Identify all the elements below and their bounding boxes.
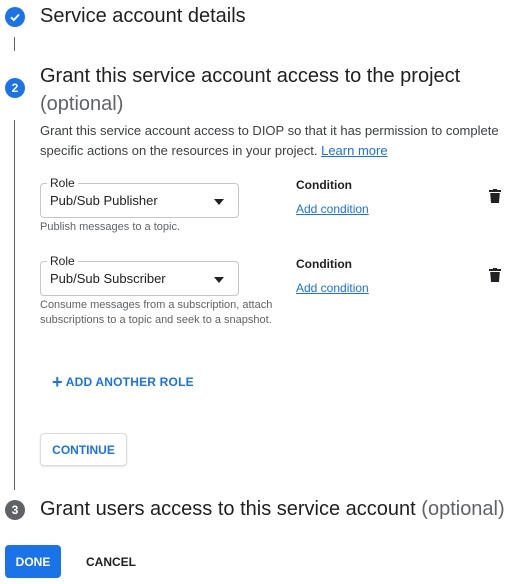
continue-button[interactable]: CONTINUE [40, 433, 127, 466]
delete-role-2-trash-icon[interactable] [489, 268, 501, 282]
description-text: Grant this service account access to DIO… [40, 123, 499, 158]
cancel-button[interactable]: CANCEL [75, 545, 147, 578]
step-2-optional-label: (optional) [40, 93, 124, 115]
learn-more-link[interactable]: Learn more [321, 143, 387, 158]
step-2-title: Grant this service account access to the… [40, 62, 510, 118]
role-hint-1: Publish messages to a topic. [40, 221, 181, 233]
step-2-number: 2 [5, 78, 25, 98]
role-hint-2: Consume messages from a subscription, at… [40, 299, 273, 326]
step-complete-check-icon [5, 7, 25, 27]
role-value: Pub/Sub Subscriber [50, 271, 166, 286]
step-3-title[interactable]: Grant users access to this service accou… [40, 498, 505, 521]
step-2-title-text: Grant this service account access to the… [40, 65, 461, 87]
delete-role-1-trash-icon[interactable] [489, 189, 501, 203]
role-select-1[interactable]: Role Pub/Sub Publisher [40, 176, 239, 218]
add-condition-link-1[interactable]: Add condition [296, 202, 369, 216]
role-value: Pub/Sub Publisher [50, 193, 158, 208]
dropdown-arrow-icon [214, 199, 224, 205]
add-role-label: ADD ANOTHER ROLE [65, 375, 194, 389]
plus-icon: + [52, 372, 63, 392]
role-field-label: Role [47, 176, 78, 190]
condition-title-1: Condition [296, 178, 352, 192]
step-3-optional-label: (optional) [421, 498, 505, 520]
step-1-title[interactable]: Service account details [40, 5, 246, 28]
add-another-role-button[interactable]: + ADD ANOTHER ROLE [52, 372, 194, 392]
condition-title-2: Condition [296, 257, 352, 271]
step-connector [14, 120, 15, 490]
step-2-description: Grant this service account access to DIO… [40, 121, 510, 161]
step-3-number: 3 [5, 500, 25, 520]
role-field-label: Role [47, 254, 78, 268]
step-3-title-text: Grant users access to this service accou… [40, 498, 416, 520]
dropdown-arrow-icon [214, 277, 224, 283]
add-condition-link-2[interactable]: Add condition [296, 281, 369, 295]
role-select-2[interactable]: Role Pub/Sub Subscriber [40, 254, 239, 296]
done-button[interactable]: DONE [5, 545, 61, 578]
step-connector [14, 37, 15, 51]
